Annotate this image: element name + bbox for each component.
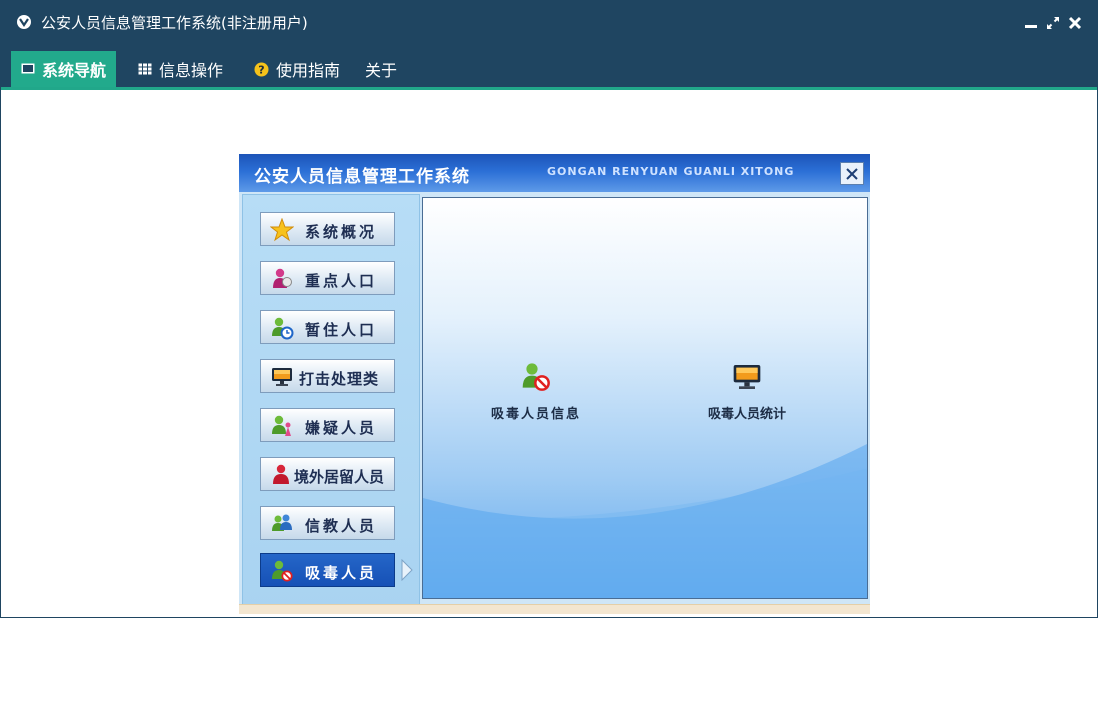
svg-text:?: ? — [258, 63, 264, 76]
feature-drug-user-stats[interactable]: 吸毒人员统计 — [708, 361, 786, 422]
title-bar[interactable]: 公安人员信息管理工作系统(非注册用户) — [1, 1, 1097, 45]
minimize-icon[interactable] — [1023, 13, 1039, 33]
grid-icon — [138, 63, 152, 75]
person-forbidden-icon — [270, 559, 294, 583]
sidebar-item-label: 暂住人口 — [305, 321, 378, 339]
app-logo-icon — [17, 15, 31, 29]
menu-item-label: 使用指南 — [276, 61, 341, 80]
app-title: 公安人员信息管理工作系统 — [254, 167, 470, 187]
menu-item-user-guide[interactable]: ? 使用指南 — [254, 51, 340, 87]
app-footer — [239, 604, 870, 614]
person-suspect-icon — [270, 414, 291, 436]
background-wave — [423, 443, 867, 598]
window-title: 公安人员信息管理工作系统(非注册用户) — [41, 14, 308, 32]
restore-icon[interactable] — [1045, 13, 1061, 33]
monitor-icon — [21, 63, 35, 75]
sidebar-item-key-population[interactable]: 重点人口 — [260, 261, 395, 295]
menu-item-info-ops[interactable]: 信息操作 — [138, 51, 223, 87]
help-icon: ? — [254, 62, 269, 77]
app-close-button[interactable] — [840, 162, 864, 185]
menu-item-label: 关于 — [365, 61, 398, 80]
monitor-icon — [731, 361, 763, 393]
content-area: 公安人员信息管理工作系统 GONGAN RENYUAN GUANLI XITON… — [1, 90, 1097, 617]
app-sidebar: 系统概况 重点人口 暂住人口 打击处理类 嫌疑人员 境外居留人员 信教人员 吸毒… — [242, 194, 420, 612]
sidebar-item-drug-users[interactable]: 吸毒人员 — [260, 553, 395, 587]
feature-label: 吸毒人员信息 — [491, 407, 582, 422]
sidebar-item-suspects[interactable]: 嫌疑人员 — [260, 408, 395, 442]
sidebar-item-foreign-residents[interactable]: 境外居留人员 — [260, 457, 395, 491]
menu-item-label: 信息操作 — [159, 61, 224, 80]
sidebar-item-label: 嫌疑人员 — [305, 419, 378, 437]
person-pink-icon — [273, 268, 292, 288]
app-subtitle: GONGAN RENYUAN GUANLI XITONG — [547, 165, 795, 178]
menu-item-about[interactable]: 关于 — [365, 51, 397, 87]
star-icon — [270, 218, 294, 242]
person-clock-icon — [270, 316, 294, 340]
menu-bar: 系统导航 信息操作 ? 使用指南 关于 — [1, 45, 1097, 90]
menu-item-system-nav[interactable]: 系统导航 — [11, 51, 117, 87]
chevron-right-icon — [401, 559, 413, 581]
person-red-icon — [273, 464, 289, 484]
close-icon — [846, 167, 858, 180]
sidebar-item-label: 信教人员 — [305, 517, 378, 535]
sidebar-item-religious[interactable]: 信教人员 — [260, 506, 395, 540]
feature-label: 吸毒人员统计 — [708, 407, 787, 422]
sidebar-item-label: 重点人口 — [305, 272, 378, 290]
monitor-icon — [270, 365, 294, 389]
app-header: 公安人员信息管理工作系统 GONGAN RENYUAN GUANLI XITON… — [239, 154, 870, 192]
sidebar-item-label: 境外居留人员 — [294, 468, 385, 486]
sidebar-item-label: 吸毒人员 — [305, 564, 378, 582]
close-icon[interactable] — [1067, 13, 1083, 33]
sidebar-item-label: 系统概况 — [305, 223, 378, 241]
person-forbidden-icon — [520, 361, 552, 393]
embedded-app-window: 公安人员信息管理工作系统 GONGAN RENYUAN GUANLI XITON… — [239, 154, 870, 614]
main-panel: 吸毒人员信息 吸毒人员统计 — [422, 197, 868, 599]
app-window: 公安人员信息管理工作系统(非注册用户) 系统导航 信息操作 ? 使用指南 关于 … — [0, 0, 1098, 618]
sidebar-item-overview[interactable]: 系统概况 — [260, 212, 395, 246]
sidebar-item-label: 打击处理类 — [299, 370, 380, 388]
sidebar-item-temp-residents[interactable]: 暂住人口 — [260, 310, 395, 344]
feature-drug-user-info[interactable]: 吸毒人员信息 — [491, 361, 581, 422]
sidebar-item-crackdown[interactable]: 打击处理类 — [260, 359, 395, 393]
people-icon — [272, 514, 292, 531]
window-controls — [1023, 13, 1083, 33]
menu-item-label: 系统导航 — [42, 61, 107, 80]
